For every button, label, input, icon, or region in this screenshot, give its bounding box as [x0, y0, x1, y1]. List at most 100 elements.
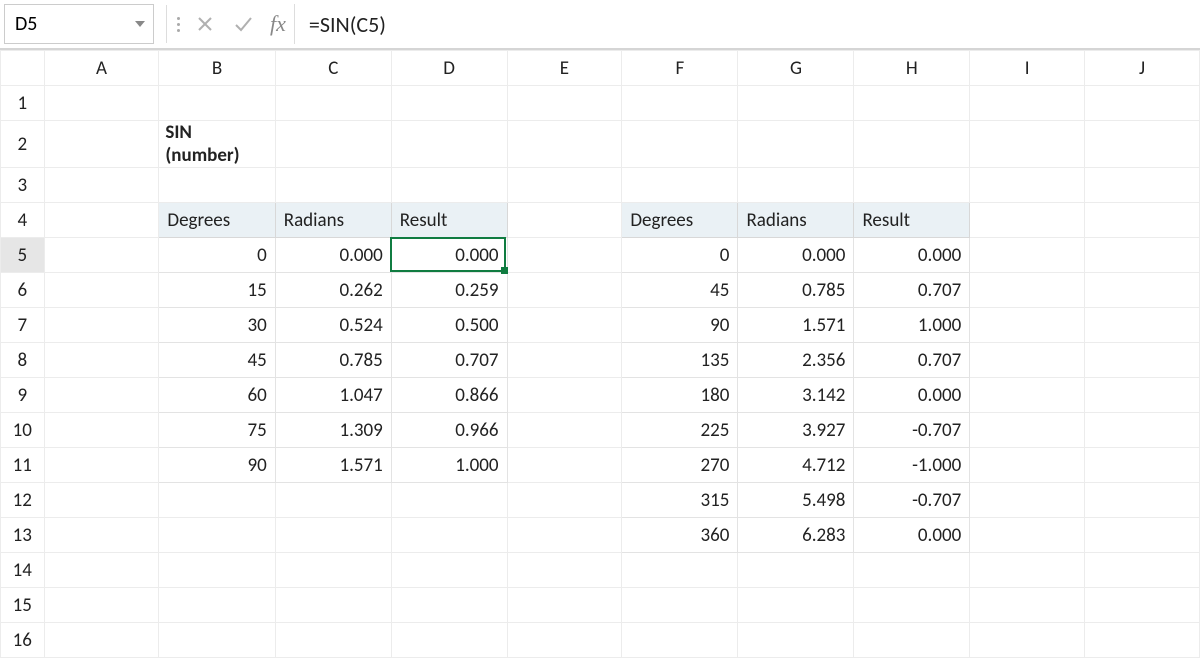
- cell-C15[interactable]: [275, 588, 391, 623]
- cell-D3[interactable]: [391, 168, 507, 203]
- cell-G6[interactable]: 0.785: [738, 273, 854, 308]
- cell-F2[interactable]: [622, 121, 738, 168]
- cell-J5[interactable]: [1085, 238, 1200, 273]
- cell-C5[interactable]: 0.000: [275, 238, 391, 273]
- cell-E15[interactable]: [507, 588, 622, 623]
- row-header-6[interactable]: 6: [1, 273, 45, 308]
- cell-E16[interactable]: [507, 623, 622, 658]
- cell-J3[interactable]: [1085, 168, 1200, 203]
- cell-J7[interactable]: [1085, 308, 1200, 343]
- cell-J11[interactable]: [1085, 448, 1200, 483]
- cell-E4[interactable]: [507, 203, 622, 238]
- cell-G16[interactable]: [738, 623, 854, 658]
- cell-A9[interactable]: [44, 378, 159, 413]
- row-header-9[interactable]: 9: [1, 378, 45, 413]
- cell-I4[interactable]: [970, 203, 1085, 238]
- cell-F12[interactable]: 315: [622, 483, 738, 518]
- cell-D10[interactable]: 0.966: [391, 413, 507, 448]
- cell-C10[interactable]: 1.309: [275, 413, 391, 448]
- name-box[interactable]: D5: [4, 4, 154, 44]
- cell-A4[interactable]: [44, 203, 159, 238]
- cell-H3[interactable]: [854, 168, 970, 203]
- cancel-icon[interactable]: [186, 4, 224, 44]
- cell-B1[interactable]: [159, 86, 275, 121]
- chevron-down-icon[interactable]: [135, 21, 145, 27]
- cell-E11[interactable]: [507, 448, 622, 483]
- cell-B8[interactable]: 45: [159, 343, 275, 378]
- cell-J6[interactable]: [1085, 273, 1200, 308]
- cell-I7[interactable]: [970, 308, 1085, 343]
- row-header-2[interactable]: 2: [1, 121, 45, 168]
- cell-D15[interactable]: [391, 588, 507, 623]
- cell-G1[interactable]: [738, 86, 854, 121]
- cell-I2[interactable]: [970, 121, 1085, 168]
- cell-C9[interactable]: 1.047: [275, 378, 391, 413]
- cell-I14[interactable]: [970, 553, 1085, 588]
- row-header-10[interactable]: 10: [1, 413, 45, 448]
- cell-J1[interactable]: [1085, 86, 1200, 121]
- cell-D12[interactable]: [391, 483, 507, 518]
- col-header-F[interactable]: F: [622, 51, 738, 86]
- row-header-15[interactable]: 15: [1, 588, 45, 623]
- cell-A3[interactable]: [44, 168, 159, 203]
- cell-B13[interactable]: [159, 518, 275, 553]
- col-header-E[interactable]: E: [507, 51, 622, 86]
- cell-H10[interactable]: -0.707: [854, 413, 970, 448]
- cell-E9[interactable]: [507, 378, 622, 413]
- fx-icon[interactable]: fx: [262, 4, 295, 44]
- cell-G2[interactable]: [738, 121, 854, 168]
- cell-B14[interactable]: [159, 553, 275, 588]
- cell-G13[interactable]: 6.283: [738, 518, 854, 553]
- cell-H14[interactable]: [854, 553, 970, 588]
- cell-E7[interactable]: [507, 308, 622, 343]
- cell-I5[interactable]: [970, 238, 1085, 273]
- row-header-1[interactable]: 1: [1, 86, 45, 121]
- cell-C12[interactable]: [275, 483, 391, 518]
- cell-G3[interactable]: [738, 168, 854, 203]
- cell-J2[interactable]: [1085, 121, 1200, 168]
- cell-I1[interactable]: [970, 86, 1085, 121]
- cell-I3[interactable]: [970, 168, 1085, 203]
- row-header-16[interactable]: 16: [1, 623, 45, 658]
- cell-H15[interactable]: [854, 588, 970, 623]
- cell-J16[interactable]: [1085, 623, 1200, 658]
- cell-J12[interactable]: [1085, 483, 1200, 518]
- cell-C16[interactable]: [275, 623, 391, 658]
- cell-A6[interactable]: [44, 273, 159, 308]
- cell-F10[interactable]: 225: [622, 413, 738, 448]
- row-header-7[interactable]: 7: [1, 308, 45, 343]
- cell-D6[interactable]: 0.259: [391, 273, 507, 308]
- cell-D2[interactable]: [391, 121, 507, 168]
- cell-F8[interactable]: 135: [622, 343, 738, 378]
- cell-D4[interactable]: Result: [391, 203, 507, 238]
- cell-A16[interactable]: [44, 623, 159, 658]
- col-header-G[interactable]: G: [738, 51, 854, 86]
- cell-A7[interactable]: [44, 308, 159, 343]
- cell-G7[interactable]: 1.571: [738, 308, 854, 343]
- cell-G9[interactable]: 3.142: [738, 378, 854, 413]
- row-header-3[interactable]: 3: [1, 168, 45, 203]
- cell-B6[interactable]: 15: [159, 273, 275, 308]
- cell-G10[interactable]: 3.927: [738, 413, 854, 448]
- cell-A1[interactable]: [44, 86, 159, 121]
- cell-F13[interactable]: 360: [622, 518, 738, 553]
- cell-B3[interactable]: [159, 168, 275, 203]
- row-header-4[interactable]: 4: [1, 203, 45, 238]
- cell-B2[interactable]: SIN (number): [159, 121, 275, 168]
- cell-H1[interactable]: [854, 86, 970, 121]
- cell-F5[interactable]: 0: [622, 238, 738, 273]
- cell-F9[interactable]: 180: [622, 378, 738, 413]
- cell-F15[interactable]: [622, 588, 738, 623]
- cell-C13[interactable]: [275, 518, 391, 553]
- cell-A5[interactable]: [44, 238, 159, 273]
- cell-B16[interactable]: [159, 623, 275, 658]
- cell-C1[interactable]: [275, 86, 391, 121]
- cell-F14[interactable]: [622, 553, 738, 588]
- cell-C3[interactable]: [275, 168, 391, 203]
- cell-C6[interactable]: 0.262: [275, 273, 391, 308]
- cell-H4[interactable]: Result: [854, 203, 970, 238]
- cell-G8[interactable]: 2.356: [738, 343, 854, 378]
- cell-J9[interactable]: [1085, 378, 1200, 413]
- row-header-8[interactable]: 8: [1, 343, 45, 378]
- cell-E3[interactable]: [507, 168, 622, 203]
